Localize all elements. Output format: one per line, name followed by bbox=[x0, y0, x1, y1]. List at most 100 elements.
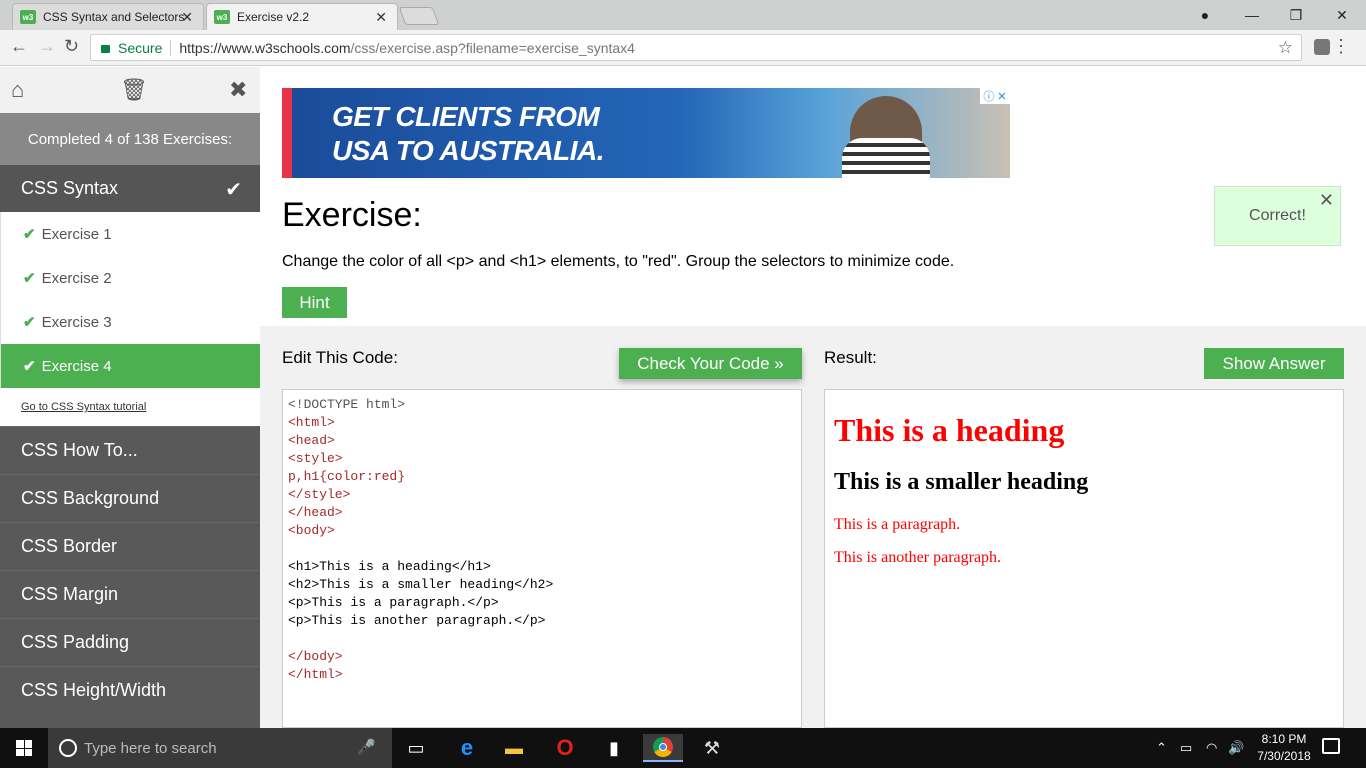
microphone-icon[interactable]: 🎤 bbox=[357, 738, 376, 756]
code-line: <h1>This is a heading</h1> bbox=[288, 559, 491, 574]
address-bar[interactable]: Secure https://www.w3schools.com/css/exe… bbox=[90, 34, 1302, 61]
sidebar-item-css-margin[interactable]: CSS Margin bbox=[0, 570, 260, 618]
task-view-icon[interactable]: ▭ bbox=[396, 734, 436, 762]
sidebar-item-exercise-3[interactable]: ✔ Exercise 3 bbox=[0, 300, 260, 344]
sidebar-item-exercise-1[interactable]: ✔ Exercise 1 bbox=[0, 212, 260, 256]
code-line: <h2>This is a smaller heading</h2> bbox=[288, 577, 554, 592]
taskbar: Type here to search 🎤 ▭ e ▬ O ▮ ⚒ ⌃ ▭ ◠ … bbox=[0, 728, 1366, 768]
volume-icon[interactable]: 🔊 bbox=[1228, 728, 1244, 768]
show-hidden-icons-icon[interactable]: ⌃ bbox=[1156, 728, 1167, 768]
w3schools-favicon-icon: w3 bbox=[214, 10, 230, 24]
browser-menu-icon[interactable]: ⋮ bbox=[1332, 36, 1350, 57]
profile-icon[interactable]: ● bbox=[1188, 0, 1222, 30]
window-close-icon[interactable]: ✕ bbox=[1322, 0, 1362, 30]
result-label: Result: bbox=[824, 348, 877, 367]
code-line: <!DOCTYPE html> bbox=[288, 397, 406, 412]
browser-tab-active[interactable]: w3 Exercise v2.2 ✕ bbox=[206, 3, 398, 30]
result-subheading: This is a smaller heading bbox=[834, 469, 1089, 495]
code-line: </head> bbox=[288, 505, 343, 520]
code-line: p,h1{color:red} bbox=[288, 469, 406, 484]
exercise-description: Change the color of all <p> and <h1> ele… bbox=[282, 253, 955, 270]
exercise-sidebar: ⌂ 🗑 ✖ Completed 4 of 138 Exercises: CSS … bbox=[0, 67, 260, 728]
sidebar-item-css-padding[interactable]: CSS Padding bbox=[0, 618, 260, 666]
advertisement-banner[interactable]: GET CLIENTS FROM USA TO AUSTRALIA. ⓘ ✕ bbox=[282, 88, 1010, 178]
exercise-label: Exercise 2 bbox=[41, 269, 112, 287]
tab-close-icon[interactable]: ✕ bbox=[375, 9, 387, 26]
code-line: <head> bbox=[288, 433, 335, 448]
extension-icon[interactable] bbox=[1314, 39, 1330, 55]
url-path: /css/exercise.asp?filename=exercise_synt… bbox=[350, 39, 635, 56]
action-center-icon[interactable] bbox=[1322, 738, 1340, 754]
result-frame: This is a heading This is a smaller head… bbox=[824, 389, 1344, 728]
notepad-icon[interactable]: ▮ bbox=[594, 734, 634, 762]
close-alert-icon[interactable]: ✕ bbox=[1319, 190, 1334, 211]
sidebar-toolbar: ⌂ 🗑 ✖ bbox=[0, 67, 260, 113]
secure-indicator[interactable]: Secure bbox=[101, 40, 162, 56]
tutorial-link[interactable]: Go to CSS Syntax tutorial bbox=[0, 388, 260, 426]
code-line: <style> bbox=[288, 451, 343, 466]
sidebar-item-exercise-4[interactable]: ✔ Exercise 4 bbox=[0, 344, 260, 388]
browser-tab[interactable]: w3 CSS Syntax and Selectors ✕ bbox=[12, 3, 204, 30]
code-editor[interactable]: <!DOCTYPE html> <html> <head> <style> p,… bbox=[282, 389, 802, 728]
battery-icon[interactable]: ▭ bbox=[1180, 728, 1192, 768]
ad-info-close-icon[interactable]: ⓘ ✕ bbox=[980, 88, 1010, 104]
search-placeholder: Type here to search bbox=[84, 739, 217, 757]
close-icon[interactable]: ✖ bbox=[229, 77, 247, 103]
trash-icon[interactable]: 🗑 bbox=[120, 77, 148, 103]
checkmark-icon: ✔ bbox=[23, 314, 36, 331]
secure-label: Secure bbox=[118, 39, 163, 56]
forward-arrow-icon[interactable]: → bbox=[38, 36, 56, 57]
browser-toolbar: ← → ↻ Secure https://www.w3schools.com/c… bbox=[0, 30, 1366, 66]
result-paragraph: This is another paragraph. bbox=[834, 549, 1002, 566]
minimize-icon[interactable]: — bbox=[1232, 0, 1272, 30]
code-line: <p>This is a paragraph.</p> bbox=[288, 595, 499, 610]
result-heading: This is a heading bbox=[834, 412, 1065, 448]
exercise-title: Exercise: bbox=[282, 196, 422, 234]
lock-icon bbox=[101, 44, 110, 53]
checkmark-icon: ✔ bbox=[23, 270, 36, 287]
windows-logo-icon bbox=[16, 740, 32, 756]
correct-alert: Correct! ✕ bbox=[1214, 186, 1341, 246]
sidebar-item-exercise-2[interactable]: ✔ Exercise 2 bbox=[0, 256, 260, 300]
reload-icon[interactable]: ↻ bbox=[64, 36, 79, 57]
ad-headline: GET CLIENTS FROM USA TO AUSTRALIA. bbox=[332, 100, 605, 168]
file-explorer-icon[interactable]: ▬ bbox=[494, 734, 534, 762]
ad-line-1: GET CLIENTS FROM bbox=[332, 101, 600, 132]
exercise-workarea: Edit This Code: Check Your Code » Result… bbox=[260, 326, 1366, 728]
tools-icon[interactable]: ⚒ bbox=[692, 734, 732, 762]
tab-close-icon[interactable]: ✕ bbox=[181, 9, 193, 26]
restore-icon[interactable]: ❐ bbox=[1276, 0, 1316, 30]
sidebar-item-css-background[interactable]: CSS Background bbox=[0, 474, 260, 522]
edge-icon[interactable]: e bbox=[447, 734, 487, 762]
wifi-icon[interactable]: ◠ bbox=[1206, 728, 1217, 768]
sidebar-section-css-syntax[interactable]: CSS Syntax ✔ bbox=[0, 165, 260, 212]
checkmark-icon: ✔ bbox=[225, 179, 242, 201]
tab-title: CSS Syntax and Selectors bbox=[43, 10, 185, 24]
code-line: </style> bbox=[288, 487, 351, 502]
sidebar-item-css-height-width[interactable]: CSS Height/Width bbox=[0, 666, 260, 714]
clock-date: 7/30/2018 bbox=[1257, 749, 1311, 763]
w3schools-favicon-icon: w3 bbox=[20, 10, 36, 24]
code-line: </html> bbox=[288, 667, 343, 682]
start-button[interactable] bbox=[0, 728, 48, 768]
ad-stripe bbox=[282, 88, 292, 178]
completed-counter: Completed 4 of 138 Exercises: bbox=[0, 113, 260, 165]
back-arrow-icon[interactable]: ← bbox=[10, 36, 28, 57]
sidebar-item-css-border[interactable]: CSS Border bbox=[0, 522, 260, 570]
divider bbox=[170, 39, 172, 56]
system-clock[interactable]: 8:10 PM 7/30/2018 bbox=[1248, 731, 1320, 765]
bookmark-star-icon[interactable]: ☆ bbox=[1278, 38, 1293, 58]
taskbar-search[interactable]: Type here to search 🎤 bbox=[48, 728, 392, 768]
new-tab-button[interactable] bbox=[398, 7, 440, 25]
opera-icon[interactable]: O bbox=[545, 734, 585, 762]
show-answer-button[interactable]: Show Answer bbox=[1204, 348, 1344, 379]
check-code-button[interactable]: Check Your Code » bbox=[619, 348, 802, 379]
sidebar-item-css-how-to[interactable]: CSS How To... bbox=[0, 426, 260, 474]
correct-message: Correct! bbox=[1249, 207, 1306, 224]
code-line: <p>This is another paragraph.</p> bbox=[288, 613, 546, 628]
chrome-icon[interactable] bbox=[643, 734, 683, 762]
home-icon[interactable]: ⌂ bbox=[11, 77, 24, 103]
hint-button[interactable]: Hint bbox=[282, 287, 347, 318]
code-line: </body> bbox=[288, 649, 343, 664]
cortana-icon bbox=[59, 739, 77, 757]
